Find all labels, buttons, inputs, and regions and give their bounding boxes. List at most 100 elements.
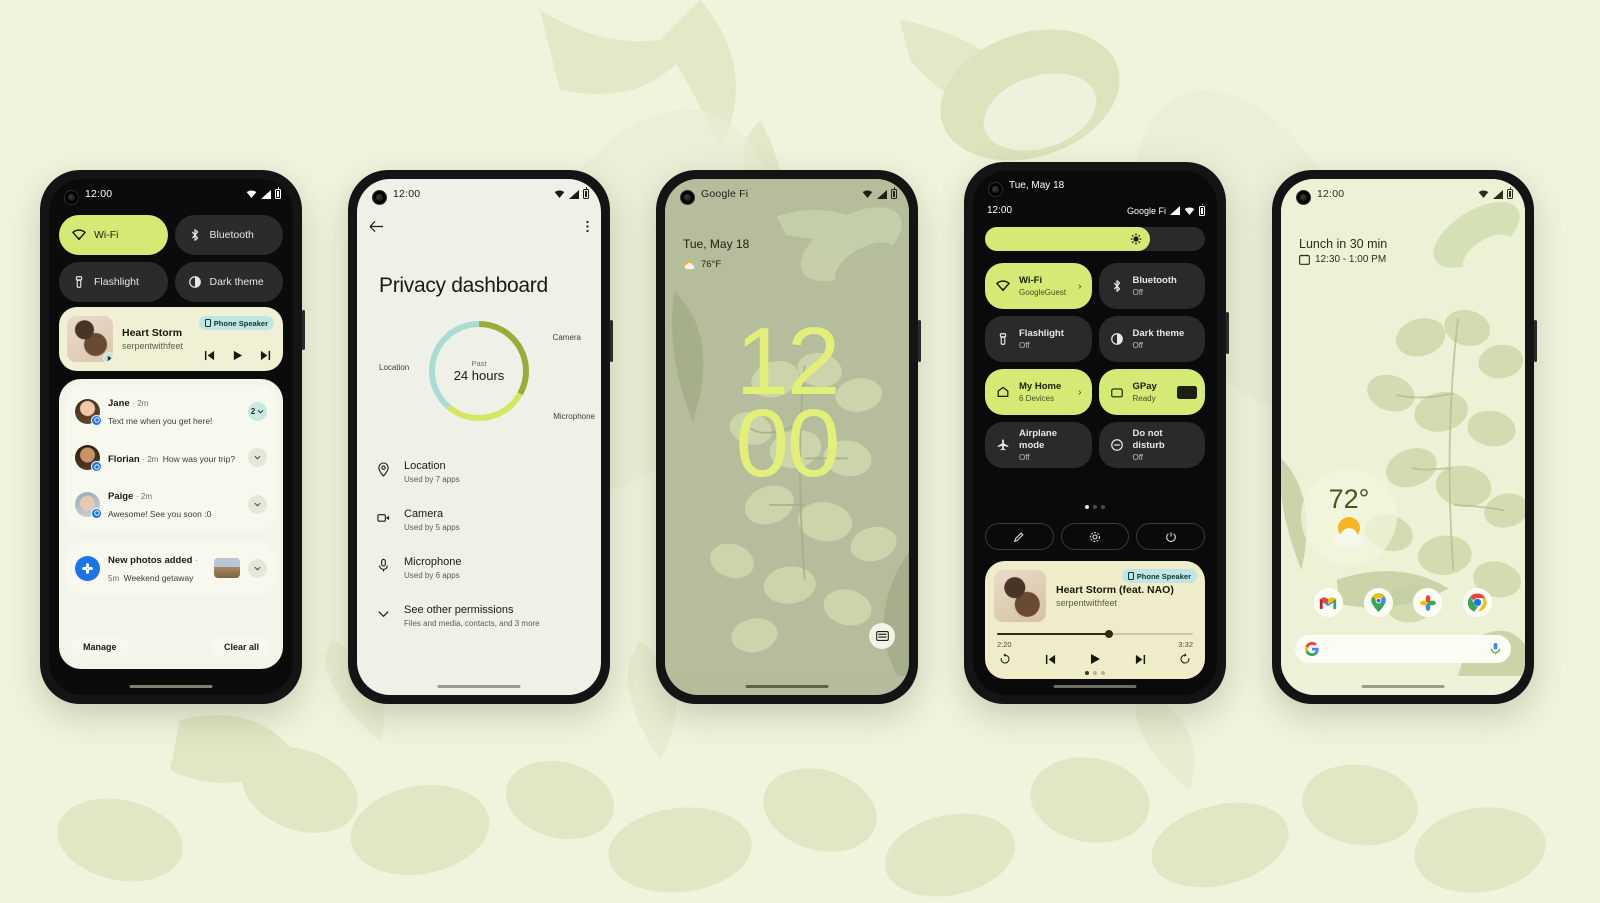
- page-dot[interactable]: [1093, 505, 1097, 509]
- notification-row[interactable]: Jane · 2m Text me when you get here! 2: [65, 385, 277, 437]
- photos-notification[interactable]: New photos added · 5m Weekend getaway: [65, 542, 277, 594]
- qs-tile-dark-theme[interactable]: Dark theme: [174, 262, 283, 302]
- page-dot[interactable]: [1101, 671, 1105, 675]
- output-device-chip[interactable]: Phone Speaker: [198, 316, 274, 330]
- app-icon-chrome[interactable]: [1463, 588, 1493, 617]
- previous-track-icon[interactable]: [1045, 654, 1056, 665]
- gesture-nav-bar[interactable]: [745, 685, 829, 688]
- qs-tile-label: Dark theme: [209, 276, 264, 288]
- next-track-icon[interactable]: [1135, 654, 1146, 665]
- notification-sender: Paige · 2m: [108, 491, 153, 502]
- notification-expand-button[interactable]: [248, 494, 267, 514]
- qs-tile-dark-theme[interactable]: Dark theme Off: [1098, 316, 1205, 362]
- settings-button[interactable]: [1060, 523, 1130, 550]
- power-button[interactable]: [918, 320, 921, 362]
- notification-expand-button[interactable]: [248, 558, 267, 578]
- qs-tile-airplane-mode[interactable]: Airplane mode Off: [985, 422, 1092, 468]
- wifi-icon: [862, 190, 873, 198]
- wallet-shortcut-button[interactable]: [869, 623, 895, 649]
- notification-row[interactable]: Florian · 2m How was your trip?: [65, 437, 277, 478]
- qs-tile-flashlight[interactable]: Flashlight: [59, 262, 168, 302]
- qs-tile-bluetooth[interactable]: Bluetooth: [174, 215, 283, 255]
- gesture-nav-bar[interactable]: [437, 685, 521, 688]
- back-arrow-icon[interactable]: [369, 220, 384, 233]
- permission-row-camera[interactable]: Camera Used by 5 apps: [377, 507, 585, 534]
- media-player-card[interactable]: Heart Storm (feat. NAO) serpentwithfeet …: [985, 561, 1205, 679]
- page-dot[interactable]: [1085, 671, 1089, 675]
- messages-app-icon: [91, 414, 102, 426]
- media-player-card[interactable]: Heart Storm serpentwithfeet Phone Speake…: [59, 307, 283, 371]
- google-search-bar[interactable]: [1295, 635, 1511, 663]
- album-art: [994, 570, 1046, 622]
- chevron-right-icon[interactable]: ›: [1078, 387, 1081, 398]
- overflow-menu-icon[interactable]: [586, 220, 589, 233]
- weather-widget[interactable]: 72°: [1301, 469, 1397, 565]
- calendar-icon: [1299, 254, 1310, 265]
- output-device-chip[interactable]: Phone Speaker: [1121, 569, 1197, 583]
- phone-home-screen: 12:00 Lunch in 30 min 12:30 - 1:00 PM 72…: [1272, 170, 1537, 704]
- power-menu-button[interactable]: [1136, 523, 1206, 550]
- play-icon[interactable]: [1089, 653, 1101, 665]
- search-input[interactable]: [1327, 643, 1482, 655]
- status-bar: 12:00 Google Fi: [987, 203, 1205, 216]
- power-button[interactable]: [1226, 312, 1229, 354]
- power-button[interactable]: [302, 310, 305, 350]
- permission-row-see-other[interactable]: See other permissions Files and media, c…: [377, 603, 585, 630]
- page-indicator: [973, 505, 1217, 509]
- previous-track-icon[interactable]: [204, 350, 215, 361]
- notification-row[interactable]: Paige · 2m Awesome! See you soon :0: [65, 478, 277, 530]
- notification-count: 2: [250, 406, 256, 416]
- permission-sub: Used by 5 apps: [404, 523, 460, 532]
- notification-sheet: Jane · 2m Text me when you get here! 2 F: [59, 379, 283, 669]
- brightness-slider[interactable]: [985, 227, 1205, 251]
- clear-all-button[interactable]: Clear all: [211, 637, 271, 657]
- donut-duration: 24 hours: [453, 368, 505, 383]
- signal-icon: [1170, 206, 1180, 215]
- media-title: Heart Storm (feat. NAO): [1056, 584, 1174, 596]
- phone-icon: [1127, 572, 1134, 580]
- gesture-nav-bar[interactable]: [1053, 685, 1137, 688]
- permission-row-microphone[interactable]: Microphone Used by 6 apps: [377, 555, 585, 582]
- permission-row-location[interactable]: Location Used by 7 apps: [377, 459, 585, 486]
- notification-expand-badge[interactable]: 2: [248, 401, 267, 421]
- qs-tile-gpay[interactable]: GPay Ready: [1098, 369, 1205, 415]
- qs-tile-sub: 6 Devices: [1019, 393, 1055, 403]
- qs-tile-do-not-disturb[interactable]: Do not disturb Off: [1098, 422, 1205, 468]
- at-a-glance-widget[interactable]: Lunch in 30 min 12:30 - 1:00 PM: [1299, 237, 1387, 265]
- output-device-label: Phone Speaker: [213, 318, 268, 328]
- edit-tiles-button[interactable]: [985, 523, 1054, 550]
- carrier-label: Google Fi: [1126, 205, 1166, 216]
- qs-tile-wifi[interactable]: Wi-Fi: [59, 215, 168, 255]
- power-button[interactable]: [1534, 320, 1537, 362]
- gmail-icon: [1320, 596, 1337, 609]
- play-icon[interactable]: [232, 350, 243, 361]
- permission-name: Camera: [404, 508, 444, 520]
- manage-button[interactable]: Manage: [71, 637, 129, 657]
- next-track-icon[interactable]: [260, 350, 271, 361]
- app-icon-photos[interactable]: [1413, 588, 1443, 617]
- page-dot[interactable]: [1093, 671, 1097, 675]
- photos-app-icon: [75, 555, 100, 581]
- app-icon-maps[interactable]: [1363, 588, 1393, 617]
- wallet-icon: [1110, 388, 1123, 398]
- seek-knob[interactable]: [1104, 630, 1113, 638]
- qs-tile-my-home[interactable]: My Home 6 Devices ›: [985, 369, 1092, 415]
- chevron-right-icon[interactable]: ›: [1078, 281, 1081, 292]
- qs-tile-wifi[interactable]: Wi-Fi GoogleGuest ›: [985, 263, 1092, 309]
- app-icon-gmail[interactable]: [1313, 588, 1343, 617]
- notification-expand-button[interactable]: [248, 448, 267, 467]
- gesture-nav-bar[interactable]: [129, 685, 213, 688]
- microphone-icon[interactable]: [1490, 642, 1501, 656]
- album-art: [67, 316, 113, 362]
- replay-10-icon[interactable]: [999, 653, 1011, 665]
- permission-sub: Used by 7 apps: [404, 475, 460, 484]
- forward-30-icon[interactable]: [1179, 653, 1191, 665]
- photos-icon: [1419, 594, 1436, 611]
- qs-tile-flashlight[interactable]: Flashlight Off: [985, 316, 1092, 362]
- power-button[interactable]: [610, 320, 613, 362]
- page-dot[interactable]: [1101, 505, 1105, 509]
- page-dot[interactable]: [1085, 505, 1089, 509]
- media-seek-bar[interactable]: [997, 630, 1193, 638]
- gesture-nav-bar[interactable]: [1361, 685, 1445, 688]
- qs-tile-bluetooth[interactable]: Bluetooth Off: [1098, 263, 1205, 309]
